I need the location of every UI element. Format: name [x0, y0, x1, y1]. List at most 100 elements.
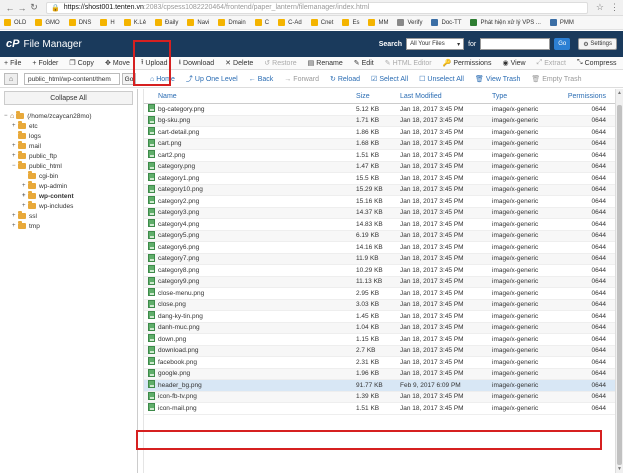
bookmark-item[interactable]: Verify — [397, 19, 422, 26]
bookmark-item[interactable]: Đaily — [155, 19, 178, 26]
table-row[interactable]: category6.png 14.16 KB Jan 18, 2017 3:45 P… — [144, 242, 616, 254]
table-row[interactable]: header_bg.png 91.77 KB Feb 9, 2017 6:09 PM… — [144, 380, 616, 392]
bookmark-item[interactable]: MM — [368, 19, 388, 26]
table-row[interactable]: dang-ky-tin.png 1.45 KB Jan 18, 2017 3:45 … — [144, 311, 616, 323]
table-row[interactable]: bg-category.png 5.12 KB Jan 18, 2017 3:45 … — [144, 104, 616, 116]
table-row[interactable]: category1.png 15.5 KB Jan 18, 2017 3:45 PM… — [144, 173, 616, 185]
home-icon[interactable]: ⌂ — [4, 73, 18, 85]
table-row[interactable]: category2.png 15.16 KB Jan 18, 2017 3:45 P… — [144, 196, 616, 208]
column-header-type[interactable]: Type — [492, 93, 566, 100]
table-row[interactable]: icon-mail.png 1.51 KB Jan 18, 2017 3:45 PM… — [144, 403, 616, 415]
bookmark-item[interactable]: OLD — [4, 19, 26, 26]
search-input[interactable] — [480, 38, 551, 50]
nav-reload-button[interactable]: ↻ Reload — [330, 75, 360, 84]
nav-up-one-level-button[interactable]: ⤴ Up One Level — [186, 74, 238, 84]
scroll-up-icon[interactable]: ▲ — [616, 89, 623, 97]
tree-item[interactable]: + public_ftp — [12, 151, 57, 161]
tree-item[interactable]: + wp-includes — [22, 201, 73, 211]
tree-item[interactable]: cgi-bin — [22, 171, 58, 181]
column-header-name[interactable]: Name — [158, 93, 356, 100]
tree-item[interactable]: + ssl — [12, 211, 37, 221]
search-go-button[interactable]: Go — [554, 38, 571, 50]
nav-back-button[interactable]: ← Back — [249, 76, 274, 83]
toolbar-upload-button[interactable]: ⭱ Upload — [141, 58, 168, 69]
toolbar-restore-button[interactable]: ↺ Restore — [264, 59, 296, 68]
nav-home-button[interactable]: ⌂ Home — [150, 76, 175, 83]
tree-item[interactable]: − ⌂ (/home/zcaycan28mo) — [4, 111, 92, 121]
bookmark-item[interactable]: Es — [342, 19, 359, 26]
nav-forward-button[interactable]: → Forward — [284, 76, 319, 83]
toolbar-permissions-button[interactable]: 🔑 Permissions — [443, 59, 492, 68]
bookmark-item[interactable]: DNS — [68, 19, 91, 26]
scroll-thumb[interactable] — [617, 105, 622, 465]
bookmark-item[interactable]: Cnet — [310, 19, 333, 26]
toolbar-rename-button[interactable]: ▤ Rename — [308, 59, 343, 68]
table-row[interactable]: category8.png 10.29 KB Jan 18, 2017 3:45 P… — [144, 265, 616, 277]
bookmark-item[interactable]: Dmain — [218, 19, 246, 26]
bookmark-item[interactable]: Phát hiện xử lý VPS ... — [470, 19, 541, 26]
collapse-all-button[interactable]: Collapse All — [4, 91, 133, 105]
back-arrow-icon[interactable]: ← — [4, 2, 16, 14]
tree-item[interactable]: + etc — [12, 121, 38, 131]
bookmark-item[interactable]: PMM — [549, 19, 574, 26]
path-go-button[interactable]: Go — [122, 73, 136, 85]
tree-item[interactable]: − public_html — [12, 161, 62, 171]
toolbar-folder-button[interactable]: + Folder — [32, 60, 58, 67]
bookmark-star-icon[interactable]: ☆ — [596, 2, 604, 13]
forward-arrow-icon[interactable]: → — [16, 2, 28, 14]
toolbar-edit-button[interactable]: ✎ Edit — [354, 59, 374, 68]
tree-item[interactable]: + wp-content — [22, 191, 74, 201]
toolbar-extract-button[interactable]: ⤢ Extract — [537, 59, 566, 67]
toolbar-view-button[interactable]: ◉ View — [502, 59, 525, 68]
table-row[interactable]: category10.png 15.29 KB Jan 18, 2017 3:45 … — [144, 184, 616, 196]
table-row[interactable]: close-menu.png 2.95 KB Jan 18, 2017 3:45 P… — [144, 288, 616, 300]
toolbar-download-button[interactable]: ⭳ Download — [179, 58, 215, 69]
table-row[interactable]: cart.png 1.68 KB Jan 18, 2017 3:45 PM image… — [144, 138, 616, 150]
table-row[interactable]: bg-sku.png 1.71 KB Jan 18, 2017 3:45 PM ima… — [144, 115, 616, 127]
column-header-permissions[interactable]: Permissions — [566, 93, 606, 100]
nav-view-trash-button[interactable]: 🗑 View Trash — [475, 75, 520, 84]
table-row[interactable]: cart2.png 1.51 KB Jan 18, 2017 3:45 PM imag… — [144, 150, 616, 162]
tree-item[interactable]: + wp-admin — [22, 181, 67, 191]
nav-empty-trash-button[interactable]: 🗑 Empty Trash — [531, 75, 581, 84]
column-header-size[interactable]: Size — [356, 93, 400, 100]
bookmark-item[interactable]: C — [254, 19, 269, 26]
tree-item[interactable]: logs — [12, 131, 41, 141]
table-row[interactable]: category5.png 6.19 KB Jan 18, 2017 3:45 PM… — [144, 230, 616, 242]
bookmark-item[interactable]: H — [100, 19, 115, 26]
bookmark-item[interactable]: Doc-TT — [431, 19, 461, 26]
settings-button[interactable]: ⚙ Settings — [578, 38, 617, 50]
toolbar-html-editor-button[interactable]: ✎ HTML Editor — [385, 59, 432, 68]
table-row[interactable]: category.png 1.47 KB Jan 18, 2017 3:45 PM i… — [144, 161, 616, 173]
table-row[interactable]: google.png 1.96 KB Jan 18, 2017 3:45 PM ima… — [144, 368, 616, 380]
table-row[interactable]: close.png 3.03 KB Jan 18, 2017 3:45 PM imag… — [144, 299, 616, 311]
address-field[interactable]: 🔒 https://shost001.tenten.vn:2083/cpsess… — [46, 1, 588, 14]
toolbar-compress-button[interactable]: ⤡ Compress — [577, 59, 617, 67]
path-input[interactable]: public_html/wp-content/them — [24, 73, 120, 85]
browser-menu-icon[interactable]: ⋮ — [610, 2, 619, 13]
bookmark-item[interactable]: K.Lẻ — [123, 19, 146, 26]
search-scope-select[interactable]: All Your Files ▾ — [406, 38, 465, 50]
table-row[interactable]: category4.png 14.83 KB Jan 18, 2017 3:45 P… — [144, 219, 616, 231]
toolbar-copy-button[interactable]: ❐ Copy — [69, 59, 94, 68]
bookmark-item[interactable]: Navi — [187, 19, 209, 26]
table-row[interactable]: download.png 2.7 KB Jan 18, 2017 3:45 PM im… — [144, 345, 616, 357]
table-row[interactable]: category7.png 11.9 KB Jan 18, 2017 3:45 PM… — [144, 253, 616, 265]
tree-item[interactable]: + tmp — [12, 221, 40, 231]
table-row[interactable]: category9.png 11.13 KB Jan 18, 2017 3:45 P… — [144, 276, 616, 288]
scroll-down-icon[interactable]: ▼ — [616, 465, 623, 473]
nav-select-all-button[interactable]: ☑ Select All — [371, 75, 408, 84]
tree-item[interactable]: + mail — [12, 141, 41, 151]
toolbar-file-button[interactable]: + File — [4, 60, 21, 67]
table-row[interactable]: down.png 1.15 KB Jan 18, 2017 3:45 PM image… — [144, 334, 616, 346]
table-row[interactable]: facebook.png 2.31 KB Jan 18, 2017 3:45 PM i… — [144, 357, 616, 369]
toolbar-move-button[interactable]: ✥ Move — [105, 59, 130, 68]
toolbar-delete-button[interactable]: ✕ Delete — [225, 59, 253, 68]
bookmark-item[interactable]: C-Ad — [278, 19, 302, 26]
bookmark-item[interactable]: GMO — [35, 19, 60, 26]
column-header-modified[interactable]: Last Modified — [400, 93, 492, 100]
nav-unselect-all-button[interactable]: ☐ Unselect All — [419, 75, 464, 84]
reload-icon[interactable]: ↻ — [28, 2, 40, 14]
table-row[interactable]: cart-detail.png 1.86 KB Jan 18, 2017 3:45 … — [144, 127, 616, 139]
scrollbar[interactable]: ▲ ▼ — [615, 89, 623, 473]
